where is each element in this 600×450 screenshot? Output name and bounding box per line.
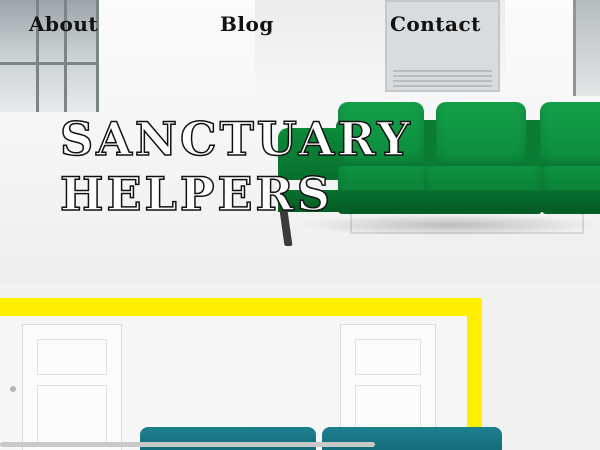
hero-title-line-1: SANCTUARY	[59, 111, 413, 167]
window-right	[573, 0, 600, 96]
nav-blog-link[interactable]: Blog	[220, 12, 274, 36]
horizontal-scrollbar[interactable]	[0, 442, 375, 447]
nav-contact-link[interactable]: Contact	[390, 12, 481, 36]
hero-title-line-2: HELPERS	[59, 166, 333, 222]
lower-section	[0, 282, 600, 450]
hero-image: SANCTUARY HELPERS	[0, 0, 600, 282]
nav-about-link[interactable]: About	[29, 12, 98, 36]
hero-title: SANCTUARY HELPERS	[59, 111, 413, 222]
